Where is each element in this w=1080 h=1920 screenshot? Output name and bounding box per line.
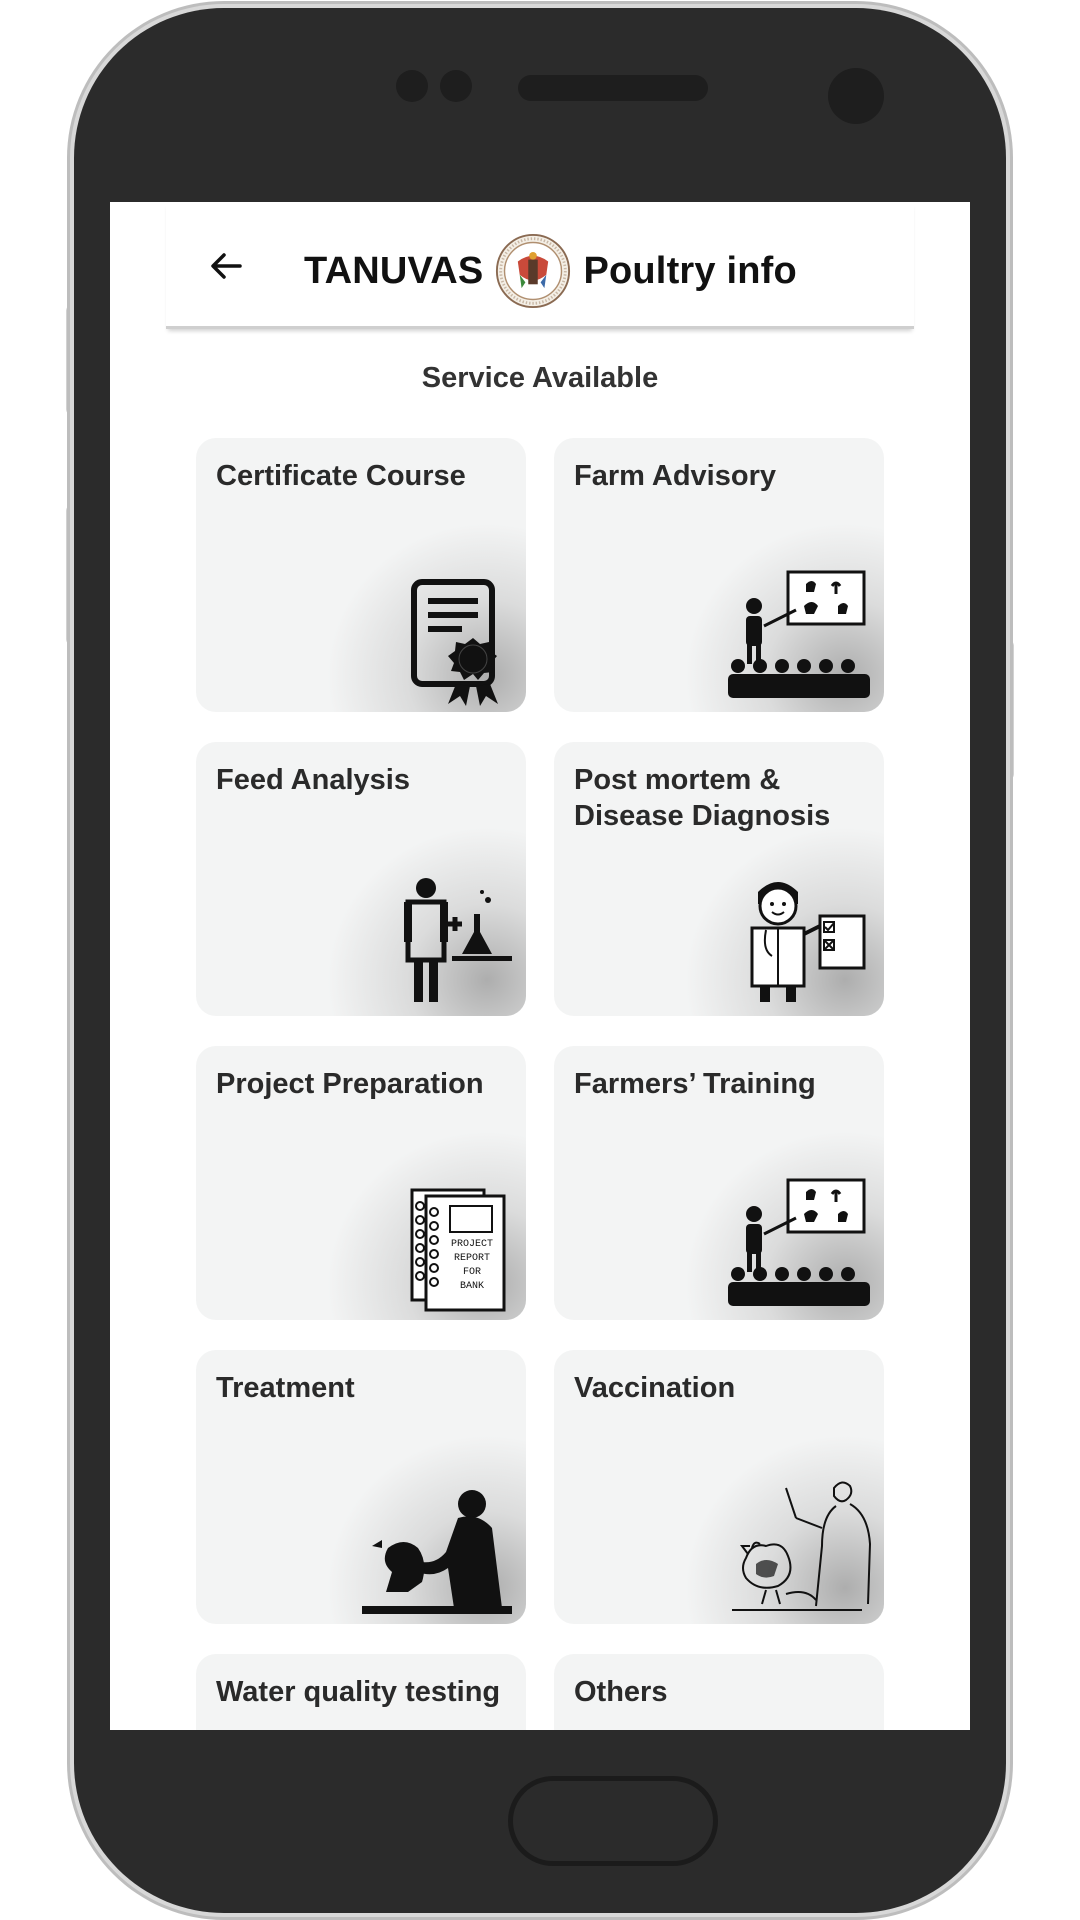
title-right: Poultry info bbox=[583, 249, 797, 292]
report-line-3: FOR bbox=[463, 1267, 481, 1278]
service-card-farm-advisory[interactable]: Farm Advisory bbox=[554, 438, 884, 712]
advisory-presentation-icon bbox=[728, 570, 870, 698]
report-line-4: BANK bbox=[460, 1281, 484, 1292]
service-card-project-preparation[interactable]: Project Preparation PROJECT REPORT FOR B… bbox=[196, 1046, 526, 1320]
home-button[interactable] bbox=[508, 1776, 718, 1866]
service-label: Others bbox=[574, 1676, 668, 1708]
vet-treatment-icon bbox=[362, 1490, 512, 1614]
app-screen: TANUVAS Poultry info Service Available C… bbox=[110, 202, 970, 1730]
section-title: Service Available bbox=[421, 362, 659, 394]
arrow-left-icon bbox=[211, 253, 242, 279]
project-report-icon: PROJECT REPORT FOR BANK bbox=[410, 1188, 506, 1312]
service-card-vaccination[interactable]: Vaccination bbox=[554, 1350, 884, 1624]
service-card-others[interactable]: Others bbox=[554, 1654, 884, 1730]
lab-scientist-icon bbox=[404, 878, 512, 1002]
app-bar: TANUVAS Poultry info bbox=[166, 202, 914, 329]
tanuvas-emblem-logo bbox=[496, 233, 571, 309]
training-presentation-icon bbox=[728, 1178, 870, 1306]
service-label: Vaccination bbox=[574, 1372, 736, 1404]
doctor-checklist-icon bbox=[750, 882, 866, 1002]
vaccination-icon bbox=[732, 1481, 872, 1611]
service-label: Farmers’ Training bbox=[574, 1068, 816, 1100]
service-card-certificate-course[interactable]: Certificate Course bbox=[196, 438, 526, 712]
title-left: TANUVAS bbox=[304, 249, 484, 292]
service-label: Certificate Course bbox=[216, 460, 466, 492]
service-label: Project Preparation bbox=[216, 1068, 484, 1100]
front-camera bbox=[828, 68, 884, 124]
service-label: Water quality testing bbox=[216, 1676, 501, 1708]
service-card-treatment[interactable]: Treatment bbox=[196, 1350, 526, 1624]
earpiece-speaker bbox=[518, 75, 708, 101]
sensor-dot bbox=[396, 70, 428, 102]
service-label: Feed Analysis bbox=[216, 764, 410, 796]
service-card-farmers-training[interactable]: Farmers’ Training bbox=[554, 1046, 884, 1320]
service-label: Farm Advisory bbox=[574, 460, 776, 492]
back-button[interactable] bbox=[202, 242, 250, 290]
service-card-water-quality-testing[interactable]: Water quality testing bbox=[196, 1654, 526, 1730]
report-line-2: REPORT bbox=[454, 1253, 490, 1264]
report-line-1: PROJECT bbox=[451, 1239, 493, 1250]
service-label: Post mortem & Disease Diagnosis bbox=[574, 764, 831, 832]
certificate-icon bbox=[411, 579, 498, 706]
service-card-post-mortem[interactable]: Post mortem & Disease Diagnosis bbox=[554, 742, 884, 1016]
service-card-feed-analysis[interactable]: Feed Analysis bbox=[196, 742, 526, 1016]
service-label: Treatment bbox=[216, 1372, 355, 1404]
app-title: TANUVAS Poultry info bbox=[304, 232, 797, 310]
sensor-dot bbox=[440, 70, 472, 102]
